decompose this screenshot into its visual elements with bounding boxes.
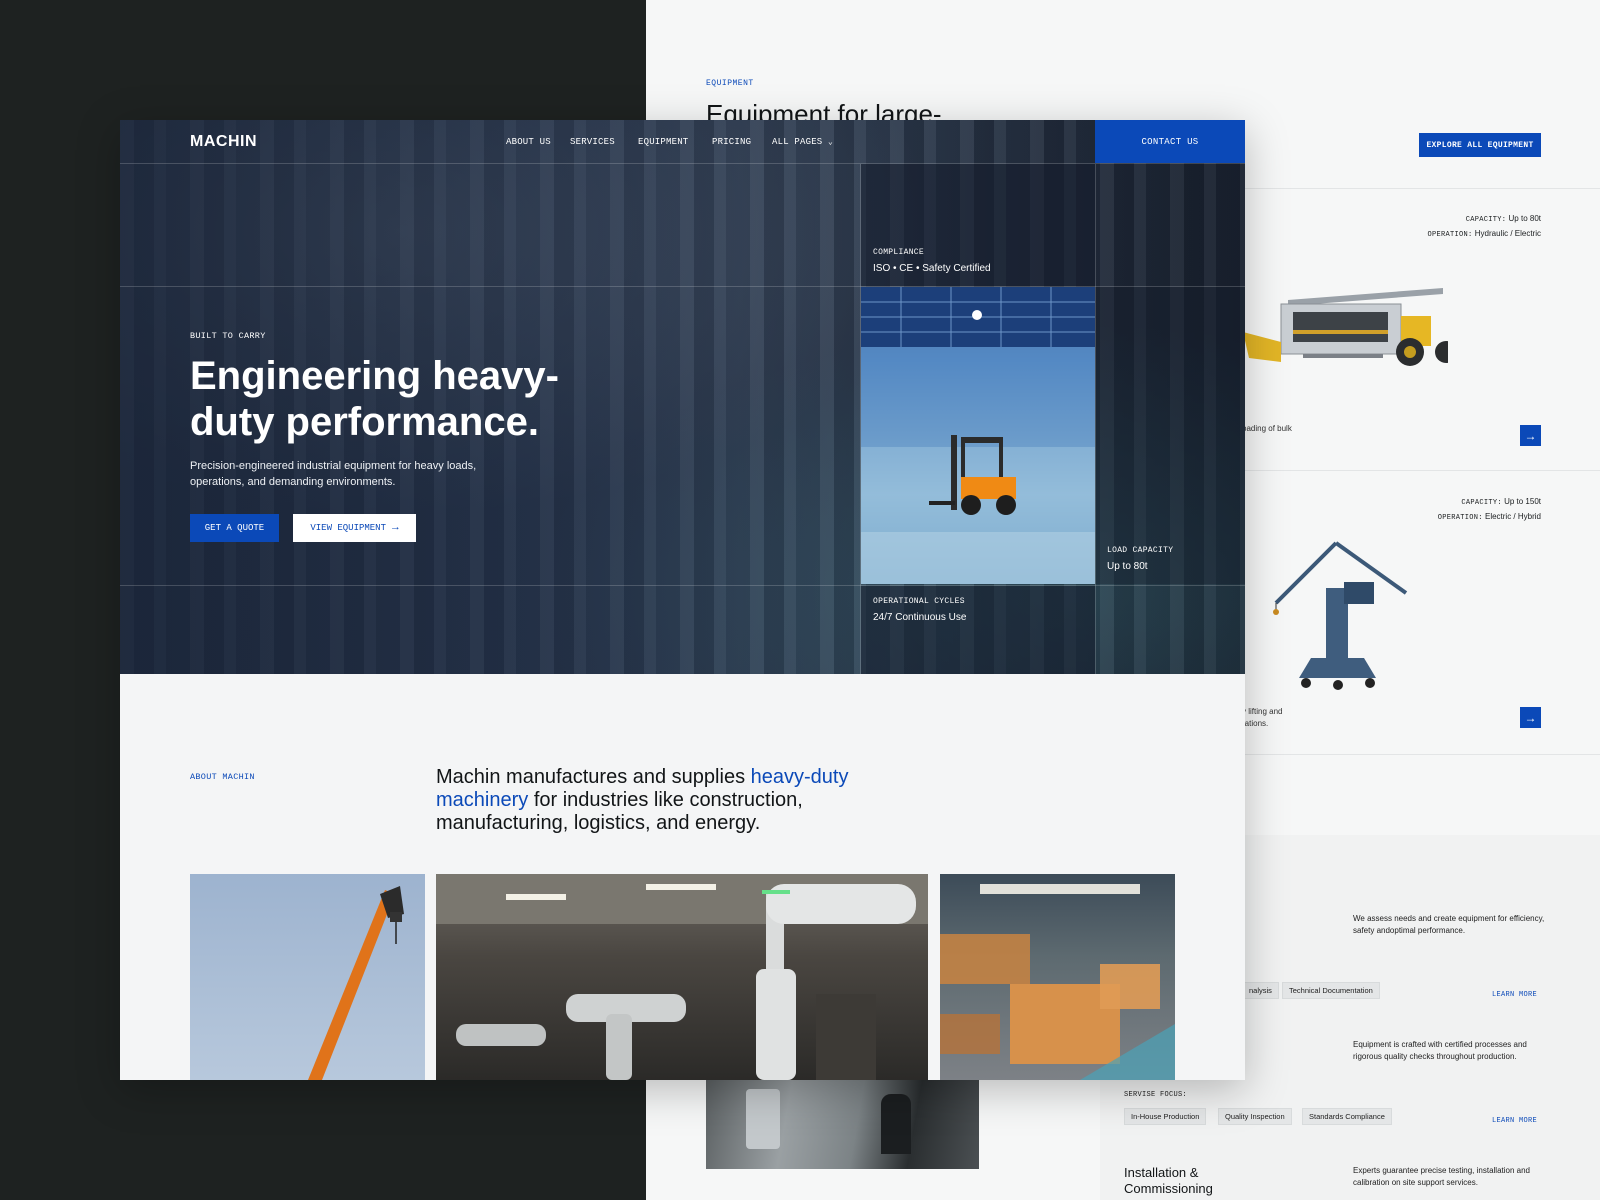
hero-section: MACHIN ABOUT US SERVICES EQUIPMENT PRICI… (120, 120, 1245, 674)
nav-all-pages[interactable]: ALL PAGES ⌄ (772, 137, 833, 147)
service-tag: nalysis (1243, 982, 1279, 999)
hero-headline: Engineering heavy-duty performance. (190, 354, 559, 444)
arrow-right-icon: → (1524, 710, 1537, 725)
nav-all-pages-label: ALL PAGES (772, 137, 823, 147)
operational-cycles-label: OPERATIONAL CYCLES (873, 597, 965, 606)
nav-about-us[interactable]: ABOUT US (506, 137, 551, 147)
service-1-description: We assess needs and create equipment for… (1353, 914, 1545, 935)
equipment-card-1-arrow-button[interactable]: → (1520, 425, 1541, 446)
capacity-label: CAPACITY: (1461, 499, 1502, 507)
home-page: MACHIN ABOUT US SERVICES EQUIPMENT PRICI… (120, 120, 1245, 1080)
equipment-card-1-description: oading of bulk (1242, 424, 1292, 433)
about-section-label: ABOUT MACHIN (190, 772, 255, 782)
service-3-description: Experts guarantee precise testing, insta… (1353, 1166, 1530, 1187)
about-statement: Machin manufactures and supplies heavy-d… (436, 766, 916, 835)
contact-us-button[interactable]: CONTACT US (1095, 120, 1245, 163)
compliance-value: ISO • CE • Safety Certified (873, 263, 991, 274)
load-capacity-label: LOAD CAPACITY (1107, 546, 1174, 555)
load-capacity-value: Up to 80t (1107, 561, 1148, 572)
crane-image (190, 874, 425, 1080)
forklift-illustration (861, 287, 1095, 584)
equipment-card-1-specs: CAPACITY: Up to 80t OPERATION: Hydraulic… (1428, 212, 1542, 242)
arrow-right-icon: → (392, 522, 399, 534)
about-text-start: Machin manufactures and supplies (436, 766, 751, 788)
description-line-2: rations. (1242, 719, 1269, 728)
service-2-description: Equipment is crafted with certified proc… (1353, 1040, 1527, 1061)
capacity-value: Up to 80t (1508, 214, 1541, 223)
operational-cycles-value: 24/7 Continuous Use (873, 612, 967, 623)
bulk-loader-image (1243, 288, 1448, 366)
service-focus-label: SERVISE FOCUS: (1124, 1091, 1188, 1099)
crane-illustration (308, 886, 404, 1080)
view-equipment-button[interactable]: VIEW EQUIPMENT → (293, 514, 416, 542)
capacity-value: Up to 150t (1504, 497, 1541, 506)
learn-more-link[interactable]: LEARN MORE (1492, 1117, 1537, 1125)
get-a-quote-button[interactable]: GET A QUOTE (190, 514, 279, 542)
stat-panel (1096, 287, 1245, 584)
conveyor-illustration (940, 884, 1175, 1080)
hero-subtext: Precision-engineered industrial equipmen… (190, 460, 477, 488)
operation-value: Hydraulic / Electric (1474, 229, 1541, 238)
machin-logo[interactable]: MACHIN (190, 133, 257, 151)
equipment-card-2-arrow-button[interactable]: → (1520, 707, 1541, 728)
operation-label: OPERATION: (1437, 514, 1483, 522)
view-equipment-label: VIEW EQUIPMENT (310, 523, 386, 533)
learn-more-link[interactable]: LEARN MORE (1492, 991, 1537, 999)
port-crane-image (1273, 541, 1408, 690)
robotic-arms-illustration (436, 874, 928, 1080)
equipment-section-label: EQUIPMENT (706, 79, 754, 88)
nav-services[interactable]: SERVICES (570, 137, 615, 147)
conveyor-boxes-image (940, 874, 1175, 1080)
nav-pricing[interactable]: PRICING (712, 137, 751, 147)
production-facility-image (706, 1079, 979, 1169)
service-tag: In-House Production (1124, 1108, 1207, 1125)
arrow-right-icon: → (1524, 428, 1537, 443)
explore-all-equipment-button[interactable]: EXPLORE ALL EQUIPMENT (1419, 133, 1541, 157)
service-tag: Technical Documentation (1282, 982, 1380, 999)
equipment-card-2-description: y lifting and rations. (1242, 706, 1362, 730)
service-3-title: Installation & Commissioning (1124, 1165, 1213, 1196)
operation-label: OPERATION: (1427, 231, 1473, 239)
equipment-card-2-specs: CAPACITY: Up to 150t OPERATION: Electric… (1438, 495, 1541, 525)
operation-value: Electric / Hybrid (1484, 512, 1541, 521)
description-line-1: y lifting and (1242, 707, 1283, 716)
warehouse-forklift-image (861, 287, 1095, 584)
capacity-label: CAPACITY: (1465, 216, 1507, 224)
hero-eyebrow: BUILT TO CARRY (190, 331, 266, 341)
compliance-label: COMPLIANCE (873, 248, 925, 257)
robotic-arms-image (436, 874, 928, 1080)
chevron-down-icon: ⌄ (828, 138, 834, 147)
service-tag: Standards Compliance (1302, 1108, 1392, 1125)
nav-equipment[interactable]: EQUIPMENT (638, 137, 688, 147)
service-tag: Quality Inspection (1218, 1108, 1292, 1125)
